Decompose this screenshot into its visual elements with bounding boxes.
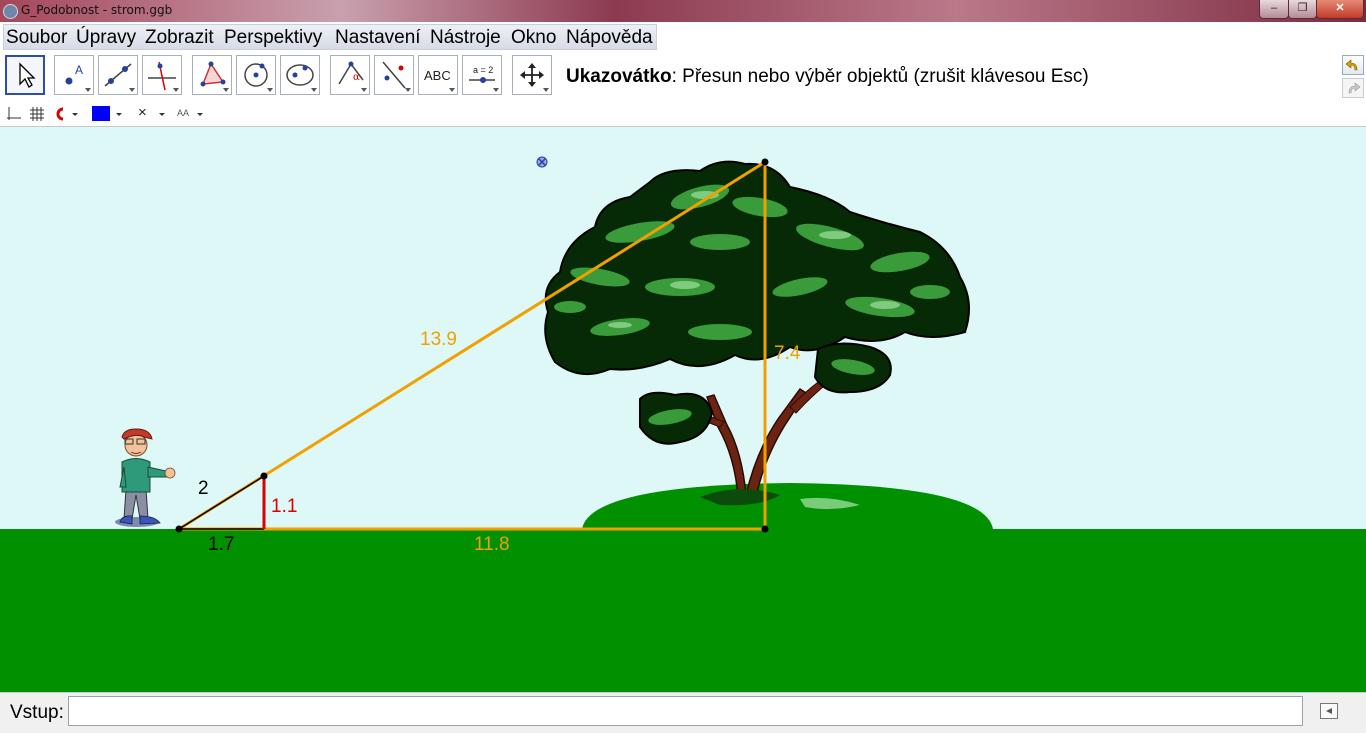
small-triangle [178, 475, 266, 530]
label-height-small: 1.1 [271, 496, 297, 517]
move-view-tool-button[interactable] [512, 55, 552, 95]
toolbar: A α ABC a = 2 Ukazovátko: Přesun nebo vý… [0, 50, 1366, 102]
label-hypotenuse-small: 2 [198, 478, 209, 499]
svg-text:a = 2: a = 2 [473, 65, 493, 75]
menu-soubor[interactable]: Soubor [6, 27, 67, 49]
point-capturing-icon[interactable] [53, 107, 81, 121]
maximize-button[interactable]: ❐ [1288, 0, 1317, 19]
window-title: G_Podobnost - strom.ggb [21, 3, 173, 17]
redo-button[interactable] [1342, 78, 1364, 98]
segment-hypotenuse-small[interactable] [178, 475, 265, 530]
close-button[interactable]: ✕ [1316, 0, 1364, 19]
reflect-tool-button[interactable] [374, 55, 414, 95]
menu-bar: Soubor Úpravy Zobrazit Perspektivy Nasta… [0, 22, 1366, 50]
point-tool-button[interactable]: A [54, 55, 94, 95]
keyboard-icon [1326, 708, 1332, 714]
point-a[interactable] [175, 525, 183, 533]
arrow-pointer-icon [19, 62, 36, 88]
point-c[interactable] [761, 158, 769, 166]
point-b[interactable] [260, 472, 268, 480]
move-tool-button[interactable] [5, 55, 45, 95]
window-title-bar: G_Podobnost - strom.ggb ‒ ❐ ✕ [0, 0, 1366, 22]
menu-nastroje[interactable]: Nástroje [430, 27, 501, 49]
label-height-big: 7.4 [774, 343, 801, 364]
menu-upravy[interactable]: Úpravy [76, 27, 136, 49]
graphics-view[interactable]: 13.9 7.4 11.8 2 1.1 1.7 [0, 127, 1366, 692]
redo-icon [1348, 82, 1361, 94]
tree-image [544, 160, 970, 510]
svg-text:ABC: ABC [424, 68, 451, 83]
angle-tool-button[interactable]: α [330, 55, 370, 95]
menu-okno[interactable]: Okno [511, 27, 556, 49]
chevron-down-icon[interactable] [157, 107, 167, 121]
tool-hint-description: : Přesun nebo výběr objektů (zrušit kláv… [671, 66, 1089, 87]
tool-hint: Ukazovátko: Přesun nebo výběr objektů (z… [566, 66, 1089, 88]
polygon-tool-button[interactable] [192, 55, 232, 95]
tool-hint-name: Ukazovátko [566, 66, 672, 87]
boy-figure-image [115, 428, 176, 527]
font-size-button[interactable]: AA [177, 108, 189, 118]
keyboard-toggle-button[interactable] [1320, 703, 1338, 719]
slider-tool-button[interactable]: a = 2 [462, 55, 502, 95]
line-tool-button[interactable] [98, 55, 138, 95]
hill [582, 483, 993, 529]
ground [0, 529, 1366, 692]
chevron-down-icon[interactable] [195, 107, 205, 121]
point-style-button[interactable]: × [138, 104, 147, 121]
geogebra-app-icon [3, 4, 18, 19]
cross-point-icon[interactable] [536, 156, 548, 168]
minimize-button[interactable]: ‒ [1259, 0, 1289, 19]
conic-tool-button[interactable] [280, 55, 320, 95]
label-hypotenuse-big: 13.9 [420, 329, 457, 350]
color-swatch-fill [92, 106, 110, 121]
menu-napoveda[interactable]: Nápověda [566, 27, 653, 49]
input-label: Vstup: [10, 702, 64, 723]
point-d[interactable] [761, 525, 769, 533]
drawing-canvas: 13.9 7.4 11.8 2 1.1 1.7 [0, 156, 1366, 692]
chevron-down-icon[interactable] [114, 107, 124, 121]
text-tool-button[interactable]: ABC [418, 55, 458, 95]
menu-bar-strip: Soubor Úpravy Zobrazit Perspektivy Nasta… [3, 24, 657, 50]
menu-perspektivy[interactable]: Perspektivy [224, 27, 322, 49]
undo-icon [1345, 59, 1358, 71]
perpendicular-line-tool-button[interactable] [142, 55, 182, 95]
input-bar: Vstup: [0, 692, 1366, 733]
color-swatch[interactable] [92, 106, 110, 121]
label-base-small: 1.7 [208, 534, 234, 555]
menu-zobrazit[interactable]: Zobrazit [145, 27, 214, 49]
menu-nastaveni[interactable]: Nastavení [335, 27, 421, 49]
svg-text:α: α [353, 72, 360, 83]
undo-button[interactable] [1342, 55, 1364, 75]
grid-toggle-icon[interactable] [29, 106, 45, 122]
axes-toggle-icon[interactable] [6, 106, 22, 122]
circle-center-point-tool-button[interactable] [236, 55, 276, 95]
style-bar: × AA [0, 102, 1366, 127]
input-field[interactable] [68, 696, 1303, 726]
svg-text:A: A [75, 63, 83, 77]
label-base-big: 11.8 [474, 534, 510, 555]
